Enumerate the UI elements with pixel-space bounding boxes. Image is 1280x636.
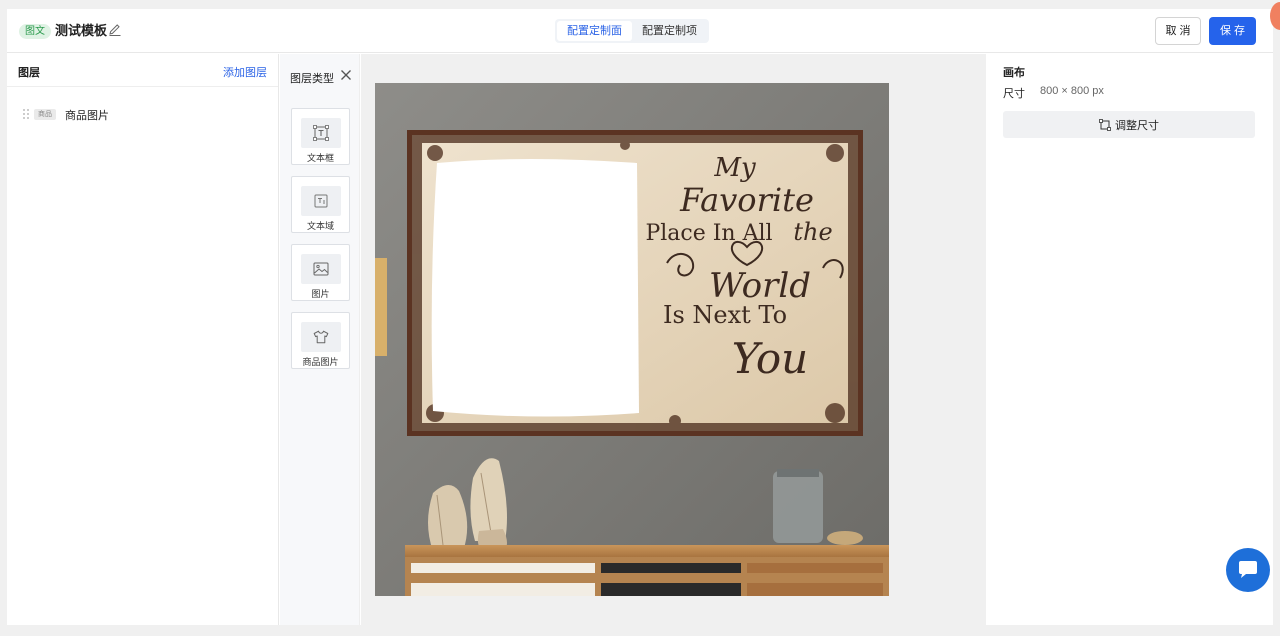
artwork-text: You [732,334,808,383]
add-layer-button[interactable]: 添加图层 [223,64,267,80]
layer-type-label: 文本框 [306,153,334,163]
template-title: 测试模板 [55,23,108,38]
artwork-text: Favorite [679,181,814,219]
artwork-text: the [793,218,832,246]
top-bar: 图文 测试模板 配置定制面 配置定制项 取 消 保 存 [7,9,1273,53]
product-mockup-image: My Favorite Place In All the World Is Ne… [375,83,889,596]
editor-app: 图文 测试模板 配置定制面 配置定制项 取 消 保 存 图层 添加图层 商品 商… [7,9,1273,625]
save-button[interactable]: 保 存 [1209,17,1256,45]
canvas-area: My Favorite Place In All the World Is Ne… [361,54,986,625]
edit-icon[interactable] [108,23,122,37]
tab-configure-surface[interactable]: 配置定制面 [557,21,632,41]
size-label: 尺寸 [1003,88,1025,100]
design-canvas[interactable]: My Favorite Place In All the World Is Ne… [375,83,889,596]
layers-panel-header: 图层 添加图层 [7,54,278,87]
text-box-icon [301,118,341,148]
layer-type-product-image[interactable]: 商品图片 [291,312,350,369]
layer-type-label: 文本域 [306,221,334,231]
tab-configure-items[interactable]: 配置定制项 [632,21,707,41]
artwork-text: World [709,266,811,306]
layers-title: 图层 [18,67,40,79]
layer-name: 商品图片 [65,110,109,122]
size-value: 800 × 800 px [1040,85,1104,97]
layer-type-label: 图片 [311,289,330,299]
image-icon [301,254,341,284]
layer-type-image[interactable]: 图片 [291,244,350,301]
layer-type-text-area[interactable]: 文本域 [291,176,350,233]
layer-types-panel: 图层类型 文本框 文本域 图片 商品图片 [280,54,360,625]
properties-panel: 画布 尺寸 800 × 800 px 调整尺寸 [986,54,1273,625]
text-area-icon [301,186,341,216]
artwork-text: Is Next To [663,301,787,329]
layer-type-text-box[interactable]: 文本框 [291,108,350,165]
layer-item[interactable]: 商品 商品图片 [7,104,278,124]
tshirt-icon [301,322,341,352]
layer-types-title: 图层类型 [290,73,334,85]
template-type-tag: 图文 [19,24,51,39]
resize-icon [1099,118,1111,131]
chat-bubble-icon [1239,561,1257,578]
layer-type-tag: 商品 [34,109,56,120]
layer-type-label: 商品图片 [302,357,339,367]
drag-handle-icon[interactable] [22,108,30,120]
layer-types-header: 图层类型 [280,54,359,98]
canvas-props-title: 画布 [1003,67,1025,79]
chat-support-button[interactable] [1226,548,1270,592]
resize-button[interactable]: 调整尺寸 [1003,111,1255,138]
view-switcher: 配置定制面 配置定制项 [555,19,709,43]
resize-label: 调整尺寸 [1115,119,1159,132]
layers-panel: 图层 添加图层 商品 商品图片 [7,54,279,625]
cancel-button[interactable]: 取 消 [1155,17,1201,45]
close-icon[interactable] [340,69,352,81]
artwork-text: My [713,153,756,183]
